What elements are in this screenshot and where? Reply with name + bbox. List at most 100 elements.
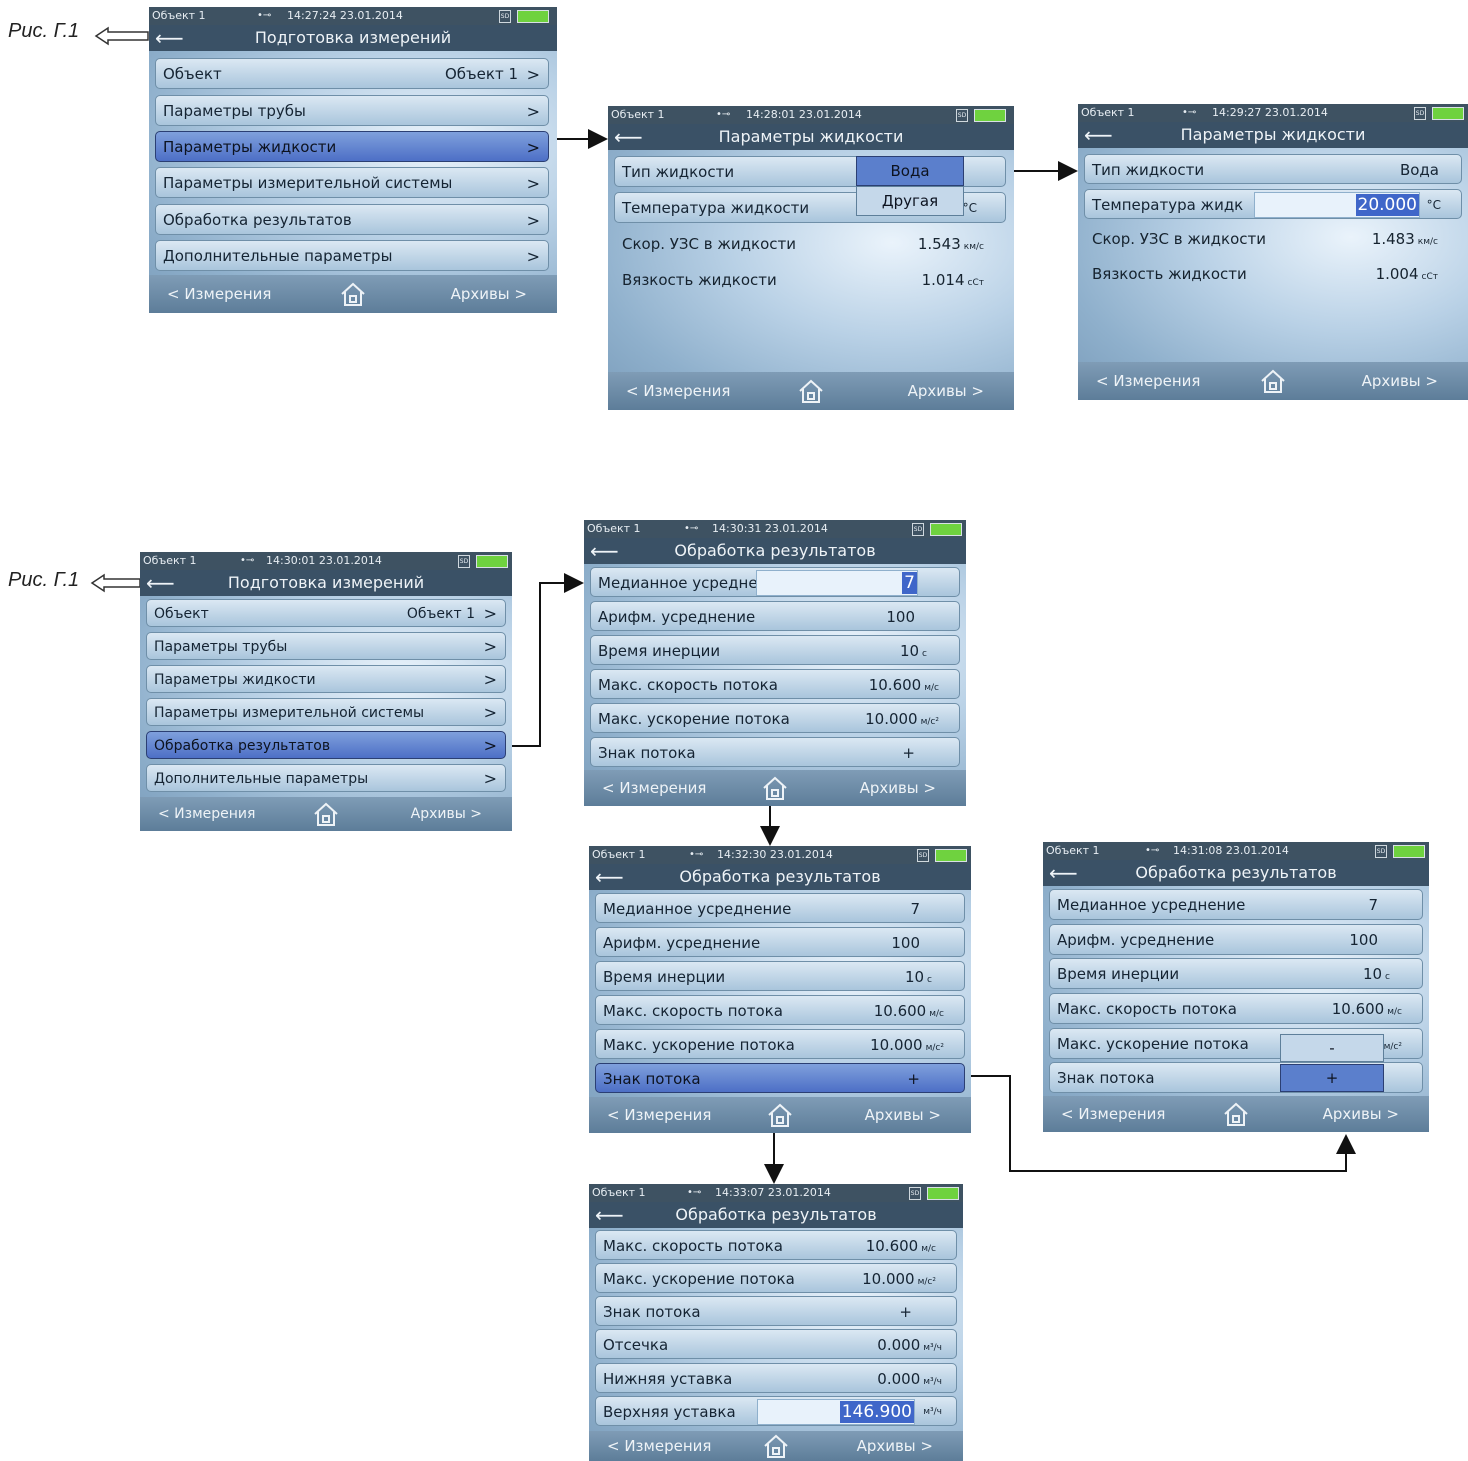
- row-flow-sign[interactable]: Знак потока +: [590, 737, 960, 767]
- archives-button[interactable]: Архивы >: [1323, 1096, 1399, 1132]
- archives-button[interactable]: Архивы >: [865, 1097, 941, 1133]
- median-input[interactable]: 7: [756, 570, 918, 596]
- status-time: 14:31:08 23.01.2014: [1173, 844, 1289, 857]
- menu-item-processing[interactable]: Обработка результатов >: [155, 204, 549, 235]
- menu-item-liquid[interactable]: Параметры жидкости >: [155, 131, 549, 162]
- battery-icon: [974, 109, 1006, 122]
- high-setpoint-input[interactable]: 146.900: [757, 1399, 915, 1425]
- status-bar: Объект 1 •⊸ 14:30:31 23.01.2014 SD: [584, 520, 966, 538]
- chevron-right-icon: >: [483, 670, 497, 689]
- screen-title: ⟵ Обработка результатов: [1043, 860, 1429, 886]
- menu-item-additional[interactable]: Дополнительные параметры >: [146, 764, 506, 792]
- title-text: Параметры жидкости: [718, 127, 904, 146]
- measurements-button[interactable]: < Измерения: [158, 797, 255, 831]
- row-flow-sign[interactable]: Знак потока +: [595, 1296, 957, 1326]
- home-icon[interactable]: [766, 1102, 794, 1128]
- archives-button[interactable]: Архивы >: [451, 275, 527, 313]
- row-max-acc[interactable]: Макс. ускорение потока 10.000 м/с²: [595, 1029, 965, 1059]
- back-arrow-icon[interactable]: ⟵: [595, 1202, 624, 1228]
- archives-button[interactable]: Архивы >: [908, 372, 984, 410]
- row-inertia[interactable]: Время инерции 10 с: [595, 961, 965, 991]
- screen-title: ⟵ Подготовка измерений: [140, 570, 512, 596]
- measurements-button[interactable]: < Измерения: [602, 770, 706, 806]
- measurements-button[interactable]: < Измерения: [1061, 1096, 1165, 1132]
- back-arrow-icon[interactable]: ⟵: [146, 570, 175, 596]
- dropdown-option-other[interactable]: Другая: [856, 186, 964, 216]
- home-icon[interactable]: [339, 281, 367, 307]
- row-flow-sign[interactable]: Знак потока +: [595, 1063, 965, 1093]
- status-object: Объект 1: [592, 848, 646, 861]
- back-arrow-icon[interactable]: ⟵: [595, 864, 624, 890]
- archives-button[interactable]: Архивы >: [857, 1431, 933, 1461]
- status-object: Объект 1: [1081, 106, 1135, 119]
- archives-button[interactable]: Архивы >: [1362, 362, 1438, 400]
- usb-icon: •⊸: [687, 1187, 702, 1198]
- menu-item-object[interactable]: Объект Объект 1 >: [146, 599, 506, 627]
- row-inertia[interactable]: Время инерции 10 с: [590, 635, 960, 665]
- row-inertia[interactable]: Время инерции 10 с: [1049, 958, 1423, 989]
- sd-card-icon: SD: [1375, 845, 1387, 858]
- row-sound-speed: Скор. УЗС в жидкости 1.543 км/с: [622, 235, 984, 253]
- row-median[interactable]: Медианное усреднение 7: [595, 893, 965, 923]
- archives-button[interactable]: Архивы >: [411, 797, 482, 831]
- home-icon[interactable]: [1222, 1101, 1250, 1127]
- status-bar: Объект 1 •⊸ 14:29:27 23.01.2014 SD: [1078, 104, 1468, 122]
- row-max-speed[interactable]: Макс. скорость потока 10.600 м/с: [1049, 993, 1423, 1024]
- back-arrow-icon[interactable]: ⟵: [590, 538, 619, 564]
- row-cutoff[interactable]: Отсечка 0.000 м³/ч: [595, 1329, 957, 1359]
- screen-title: ⟵ Подготовка измерений: [149, 25, 557, 51]
- back-arrow-icon[interactable]: ⟵: [1049, 860, 1078, 886]
- row-low-setpoint[interactable]: Нижняя уставка 0.000 м³/ч: [595, 1363, 957, 1393]
- sd-card-icon: SD: [499, 10, 511, 23]
- battery-icon: [1432, 107, 1464, 120]
- archives-button[interactable]: Архивы >: [860, 770, 936, 806]
- dropdown-option-minus[interactable]: -: [1280, 1034, 1384, 1062]
- measurements-button[interactable]: < Измерения: [1096, 362, 1200, 400]
- row-arith[interactable]: Арифм. усреднение 100: [595, 927, 965, 957]
- back-arrow-icon[interactable]: ⟵: [614, 124, 643, 150]
- row-liquid-type[interactable]: Тип жидкости Вода: [1084, 154, 1462, 184]
- back-arrow-icon[interactable]: ⟵: [1084, 122, 1113, 148]
- measurements-button[interactable]: < Измерения: [167, 275, 271, 313]
- chevron-right-icon: >: [483, 604, 497, 623]
- menu-item-object[interactable]: Объект Объект 1 >: [155, 58, 549, 89]
- row-max-acc[interactable]: Макс. ускорение потока 10.000 м/с²: [590, 703, 960, 733]
- battery-icon: [517, 10, 549, 23]
- status-time: 14:28:01 23.01.2014: [746, 108, 862, 121]
- home-icon[interactable]: [312, 801, 340, 827]
- measurements-button[interactable]: < Измерения: [626, 372, 730, 410]
- menu-item-pipe[interactable]: Параметры трубы >: [146, 632, 506, 660]
- row-median[interactable]: Медианное усреднение 7: [1049, 889, 1423, 920]
- home-icon[interactable]: [797, 378, 825, 404]
- home-icon[interactable]: [1259, 368, 1287, 394]
- chevron-right-icon: >: [483, 769, 497, 788]
- menu-item-processing[interactable]: Обработка результатов >: [146, 731, 506, 759]
- sd-card-icon: SD: [1414, 107, 1426, 120]
- temperature-input[interactable]: 20.000: [1254, 192, 1420, 218]
- usb-icon: •⊸: [240, 555, 255, 566]
- row-max-speed[interactable]: Макс. скорость потока 10.600 м/с: [590, 669, 960, 699]
- menu-item-pipe[interactable]: Параметры трубы >: [155, 95, 549, 126]
- row-max-speed[interactable]: Макс. скорость потока 10.600 м/с: [595, 1230, 957, 1260]
- measurements-button[interactable]: < Измерения: [607, 1431, 711, 1461]
- row-arith[interactable]: Арифм. усреднение 100: [590, 601, 960, 631]
- home-icon[interactable]: [761, 775, 789, 801]
- battery-icon: [930, 523, 962, 536]
- row-max-acc[interactable]: Макс. ускорение потока 10.000 м/с²: [595, 1263, 957, 1293]
- row-max-speed[interactable]: Макс. скорость потока 10.600 м/с: [595, 995, 965, 1025]
- menu-item-liquid[interactable]: Параметры жидкости >: [146, 665, 506, 693]
- row-arith[interactable]: Арифм. усреднение 100: [1049, 924, 1423, 955]
- usb-icon: •⊸: [689, 849, 704, 860]
- status-object: Объект 1: [1046, 844, 1100, 857]
- measurements-button[interactable]: < Измерения: [607, 1097, 711, 1133]
- menu-item-meas-system[interactable]: Параметры измерительной системы >: [146, 698, 506, 726]
- back-arrow-icon[interactable]: ⟵: [155, 25, 184, 51]
- dropdown-option-water[interactable]: Вода: [856, 156, 964, 186]
- menu-item-additional[interactable]: Дополнительные параметры >: [155, 240, 549, 271]
- menu-item-meas-system[interactable]: Параметры измерительной системы >: [155, 167, 549, 198]
- home-icon[interactable]: [762, 1433, 790, 1459]
- dropdown-option-plus[interactable]: +: [1280, 1064, 1384, 1092]
- battery-icon: [935, 849, 967, 862]
- chevron-right-icon: >: [526, 247, 540, 266]
- usb-icon: •⊸: [684, 523, 699, 534]
